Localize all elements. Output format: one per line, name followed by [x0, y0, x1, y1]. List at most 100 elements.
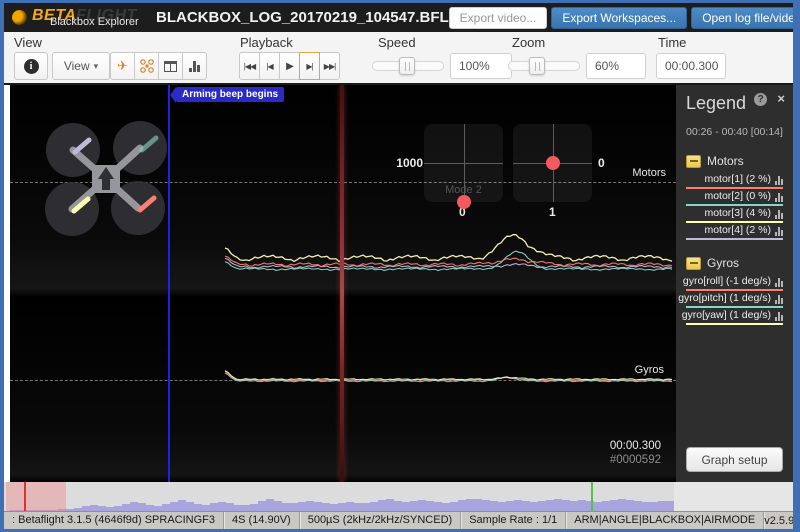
view-dropdown-label: View — [64, 59, 90, 73]
legend-group-label: Motors — [707, 154, 744, 168]
bar-chart-icon[interactable] — [775, 210, 783, 219]
status-segment: 500µS (2kHz/2kHz/SYNCED) — [300, 512, 462, 529]
legend-field[interactable]: motor[1] (2 %) — [686, 172, 783, 189]
playback-cursor[interactable] — [340, 85, 344, 482]
log-info-button[interactable]: i — [14, 52, 48, 80]
bar-chart-icon[interactable] — [775, 278, 783, 287]
toolbar: View Playback Speed Zoom Time i View ▾ ✈ — [4, 32, 793, 85]
right-stick-box — [513, 124, 592, 202]
time-label: Time — [658, 35, 686, 50]
bar-chart-icon[interactable] — [775, 312, 783, 321]
bar-chart-icon[interactable] — [775, 193, 783, 202]
status-bar: : Betaflight 3.1.5 (4646f9d) SPRACINGF34… — [4, 511, 793, 529]
right-stick-dot — [546, 156, 560, 170]
status-segment: 4S (14.90V) — [224, 512, 300, 529]
app-version: v2.5.9 — [764, 515, 793, 527]
motors-graph-label: Motors — [632, 167, 666, 179]
statusbar-segments: : Betaflight 3.1.5 (4646f9d) SPRACINGF34… — [4, 512, 764, 529]
play-button[interactable]: ▶ — [279, 52, 300, 80]
log-filename: BLACKBOX_LOG_20170219_104547.BFL — [156, 9, 449, 26]
legend-group-header[interactable]: Gyros — [686, 256, 783, 270]
step-back-button[interactable]: |◀ — [259, 52, 280, 80]
legend-field[interactable]: gyro[roll] (-1 deg/s) — [686, 274, 783, 291]
status-segment: : Betaflight 3.1.5 (4646f9d) SPRACINGF3 — [4, 512, 224, 529]
step-forward-icon: ▶| — [306, 62, 312, 71]
legend-panel: ? × Legend 00:26 - 00:40 [00:14] Motors m… — [676, 85, 793, 482]
view-label: View — [14, 35, 42, 50]
zoom-input[interactable] — [586, 53, 646, 79]
open-log-button[interactable]: Open log file/video — [691, 7, 800, 29]
collapse-icon[interactable] — [686, 257, 701, 270]
event-badge: Arming beep begins — [176, 87, 284, 102]
seekbar-waveform — [10, 499, 674, 511]
left-stick-box: Mode 2 — [424, 124, 503, 202]
view-dropdown[interactable]: View ▾ — [52, 52, 110, 80]
skip-end-icon: ▶▶| — [324, 62, 335, 71]
speed-label: Speed — [378, 35, 416, 50]
speed-slider[interactable] — [372, 61, 444, 71]
graph-setup-button[interactable]: Graph setup — [686, 447, 783, 472]
event-marker-line — [168, 85, 170, 482]
craft-view-button[interactable] — [134, 52, 159, 80]
legend-field-label: gyro[roll] (-1 deg/s) — [683, 275, 771, 287]
right-stick-value-label: 0 — [598, 156, 605, 170]
bar-chart-icon[interactable] — [775, 295, 783, 304]
legend-field-label: motor[4] (2 %) — [704, 224, 771, 236]
legend-field[interactable]: motor[2] (0 %) — [686, 189, 783, 206]
header-bar: BETA FLIGHT Blackbox Explorer BLACKBOX_L… — [4, 3, 793, 32]
main-area: Arming beep begins 1000 Mode 2 0 0 1 Mot… — [4, 85, 793, 482]
bar-chart-icon[interactable] — [775, 176, 783, 185]
header-buttons: Export video... Export Workspaces... Ope… — [449, 7, 800, 29]
play-icon: ▶ — [286, 61, 293, 72]
legend-field[interactable]: gyro[yaw] (1 deg/s) — [686, 308, 783, 325]
craft-icon — [140, 59, 154, 73]
playback-label: Playback — [240, 35, 293, 50]
close-icon[interactable]: × — [777, 91, 785, 106]
current-time-readout: 00:00.300 — [610, 440, 661, 452]
legend-field-label: gyro[yaw] (1 deg/s) — [682, 309, 771, 321]
status-segment: Sample Rate : 1/1 — [461, 512, 566, 529]
table-view-button[interactable] — [158, 52, 183, 80]
jump-to-start-button[interactable]: |◀◀ — [239, 52, 260, 80]
seekbar-event-region — [6, 482, 66, 511]
log-time-range: 00:26 - 00:40 [00:14] — [686, 126, 783, 138]
legend-field[interactable]: motor[4] (2 %) — [686, 223, 783, 240]
legend-group-header[interactable]: Motors — [686, 154, 783, 168]
seekbar-empty-region — [674, 482, 793, 511]
export-workspaces-button[interactable]: Export Workspaces... — [551, 7, 687, 29]
bar-chart-icon[interactable] — [775, 227, 783, 236]
playback-controls: |◀◀ |◀ ▶ ▶| ▶▶| — [239, 52, 340, 80]
legend-group-label: Gyros — [707, 256, 739, 270]
help-icon[interactable]: ? — [754, 93, 767, 106]
right-stick-bottom-label: 1 — [549, 205, 556, 219]
current-frame-readout: #0000592 — [610, 454, 661, 466]
seekbar-event-marker — [591, 482, 593, 511]
betaflight-bat-icon — [12, 10, 27, 25]
legend-field-label: motor[1] (2 %) — [704, 173, 771, 185]
step-forward-button[interactable]: ▶| — [299, 52, 320, 80]
legend-field-label: motor[3] (4 %) — [704, 207, 771, 219]
legend-field[interactable]: motor[3] (4 %) — [686, 206, 783, 223]
left-stick-dot — [457, 195, 471, 209]
sticks-view-button[interactable] — [182, 52, 207, 80]
collapse-icon[interactable] — [686, 155, 701, 168]
seekbar[interactable] — [4, 482, 793, 511]
zoom-slider[interactable] — [508, 61, 580, 71]
time-input[interactable] — [656, 53, 726, 79]
legend-field-label: motor[2] (0 %) — [704, 190, 771, 202]
betaflight-logo: BETA FLIGHT Blackbox Explorer — [12, 3, 140, 32]
legend-field[interactable]: gyro[pitch] (1 deg/s) — [686, 291, 783, 308]
speed-input[interactable] — [450, 53, 512, 79]
status-segment: ARM|ANGLE|BLACKBOX|AIRMODE — [566, 512, 764, 529]
export-video-button[interactable]: Export video... — [449, 7, 548, 29]
zoom-slider-handle[interactable] — [529, 57, 545, 75]
table-icon — [164, 61, 177, 72]
legend-title: Legend — [686, 93, 783, 114]
seekbar-cursor[interactable] — [24, 482, 26, 511]
plane-view-button[interactable]: ✈ — [110, 52, 135, 80]
graph-canvas[interactable]: Arming beep begins 1000 Mode 2 0 0 1 Mot… — [10, 85, 676, 482]
speed-slider-handle[interactable] — [399, 57, 415, 75]
jump-to-end-button[interactable]: ▶▶| — [319, 52, 340, 80]
legend-field-label: gyro[pitch] (1 deg/s) — [678, 292, 771, 304]
gyros-graph-label: Gyros — [635, 364, 664, 376]
